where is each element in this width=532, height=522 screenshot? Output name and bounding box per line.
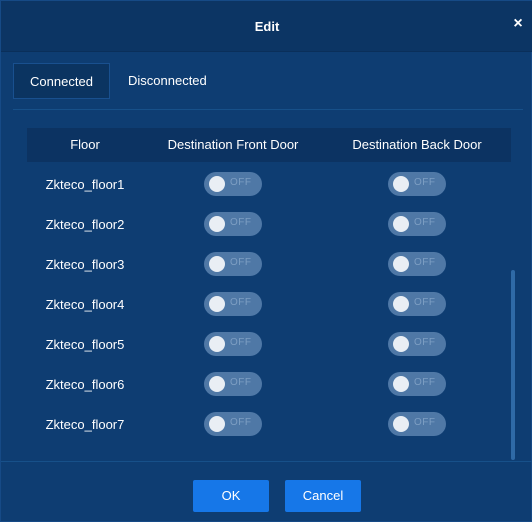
table-row: Zkteco_floor6 OFF OFF [27,364,511,404]
back-door-cell: OFF [323,252,511,276]
table-row: Zkteco_floor7 OFF OFF [27,404,511,444]
front-door-cell: OFF [143,412,323,436]
toggle-state-label: OFF [414,337,436,348]
toggle-knob-icon [393,296,409,312]
back-door-cell: OFF [323,412,511,436]
edit-dialog: Edit × Connected Disconnected Floor Dest… [0,0,532,522]
back-door-toggle[interactable]: OFF [388,372,446,396]
table-row: Zkteco_floor4 OFF OFF [27,284,511,324]
back-door-toggle[interactable]: OFF [388,252,446,276]
toggle-knob-icon [393,216,409,232]
floor-name: Zkteco_floor4 [45,296,125,312]
toggle-state-label: OFF [230,297,252,308]
tab-disconnected[interactable]: Disconnected [110,63,217,99]
toggle-state-label: OFF [414,377,436,388]
back-door-cell: OFF [323,172,511,196]
front-door-cell: OFF [143,172,323,196]
dialog-title: Edit [254,19,280,34]
column-header-back-door: Destination Back Door [352,137,482,152]
front-door-toggle[interactable]: OFF [204,372,262,396]
toggle-state-label: OFF [414,297,436,308]
toggle-knob-icon [209,296,225,312]
table-body: Zkteco_floor1 OFF OFF Zkteco_floor2 OFF OFF Zk… [27,164,511,444]
table-row: Zkteco_floor5 OFF OFF [27,324,511,364]
toggle-knob-icon [393,416,409,432]
toggle-state-label: OFF [414,417,436,428]
toggle-knob-icon [393,256,409,272]
dialog-footer: OK Cancel [1,461,532,522]
floor-name: Zkteco_floor6 [45,376,125,392]
tab-bar: Connected Disconnected [13,63,217,99]
floor-name: Zkteco_floor5 [45,336,125,352]
back-door-toggle[interactable]: OFF [388,172,446,196]
back-door-cell: OFF [323,292,511,316]
toggle-knob-icon [209,416,225,432]
front-door-toggle[interactable]: OFF [204,332,262,356]
back-door-cell: OFF [323,212,511,236]
column-header-floor: Floor [70,137,100,152]
table-scrollbar[interactable] [511,270,515,460]
toggle-state-label: OFF [230,377,252,388]
toggle-state-label: OFF [414,217,436,228]
table-header: Floor Destination Front Door Destination… [27,128,511,162]
back-door-toggle[interactable]: OFF [388,332,446,356]
back-door-toggle[interactable]: OFF [388,412,446,436]
back-door-toggle[interactable]: OFF [388,212,446,236]
toggle-state-label: OFF [230,257,252,268]
column-header-front-door: Destination Front Door [167,137,299,152]
front-door-cell: OFF [143,372,323,396]
cancel-button[interactable]: Cancel [285,480,361,512]
floor-name: Zkteco_floor3 [45,256,125,272]
floor-name: Zkteco_floor7 [45,416,125,432]
toggle-knob-icon [393,376,409,392]
floor-name: Zkteco_floor1 [45,176,125,192]
tab-connected[interactable]: Connected [13,63,110,99]
toggle-knob-icon [209,216,225,232]
toggle-knob-icon [209,176,225,192]
close-icon[interactable]: × [509,15,527,33]
table-row: Zkteco_floor2 OFF OFF [27,204,511,244]
dialog-titlebar: Edit × [1,1,532,52]
toggle-knob-icon [393,176,409,192]
front-door-cell: OFF [143,332,323,356]
table-row: Zkteco_floor1 OFF OFF [27,164,511,204]
tab-panel: Floor Destination Front Door Destination… [13,109,523,460]
toggle-knob-icon [209,376,225,392]
front-door-toggle[interactable]: OFF [204,172,262,196]
toggle-knob-icon [393,336,409,352]
front-door-cell: OFF [143,252,323,276]
toggle-state-label: OFF [230,337,252,348]
toggle-knob-icon [209,256,225,272]
front-door-toggle[interactable]: OFF [204,212,262,236]
front-door-toggle[interactable]: OFF [204,412,262,436]
back-door-toggle[interactable]: OFF [388,292,446,316]
toggle-state-label: OFF [414,257,436,268]
toggle-state-label: OFF [230,177,252,188]
floor-table: Floor Destination Front Door Destination… [27,128,515,446]
toggle-state-label: OFF [230,217,252,228]
back-door-cell: OFF [323,372,511,396]
table-row: Zkteco_floor3 OFF OFF [27,244,511,284]
floor-name: Zkteco_floor2 [45,216,125,232]
front-door-cell: OFF [143,292,323,316]
ok-button[interactable]: OK [193,480,269,512]
back-door-cell: OFF [323,332,511,356]
front-door-toggle[interactable]: OFF [204,252,262,276]
toggle-state-label: OFF [230,417,252,428]
front-door-cell: OFF [143,212,323,236]
toggle-knob-icon [209,336,225,352]
toggle-state-label: OFF [414,177,436,188]
front-door-toggle[interactable]: OFF [204,292,262,316]
